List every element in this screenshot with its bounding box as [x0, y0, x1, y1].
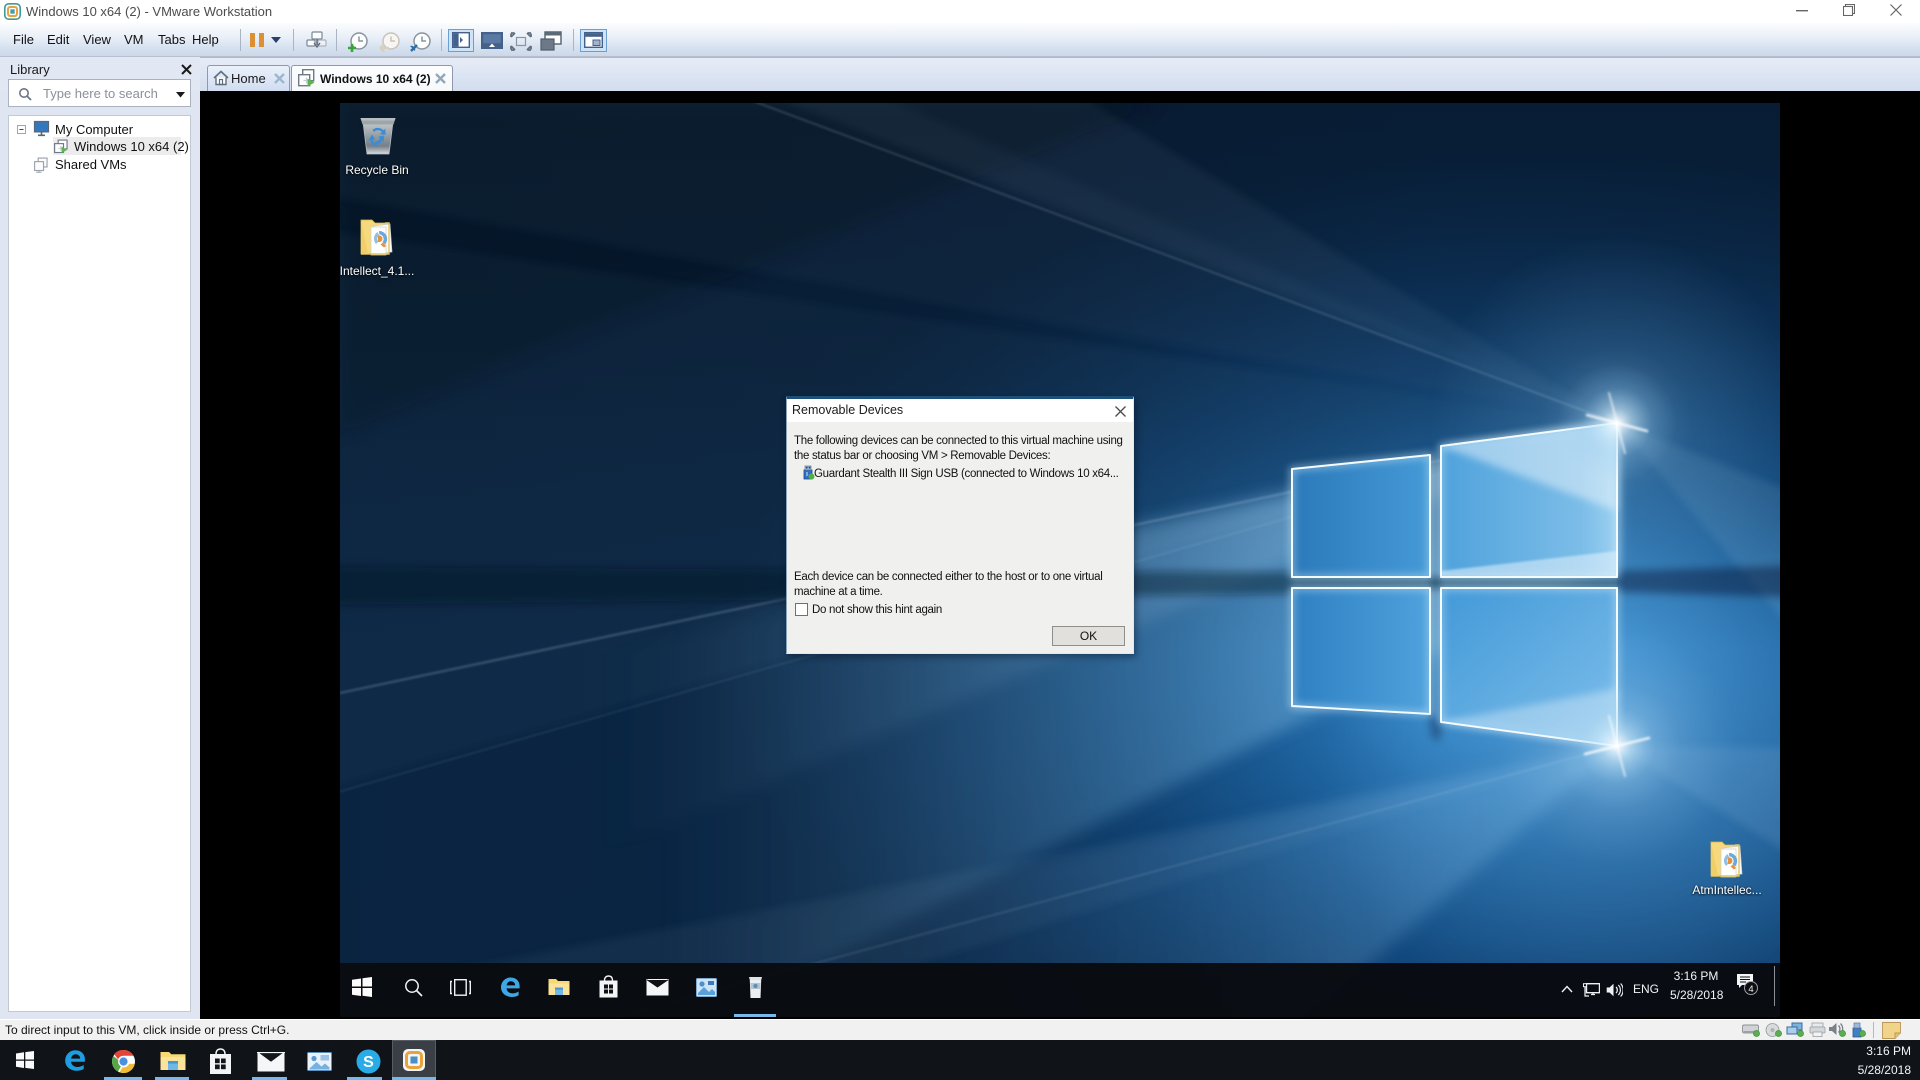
svg-text:4: 4 [1748, 984, 1753, 995]
svg-text:S: S [363, 1054, 374, 1071]
